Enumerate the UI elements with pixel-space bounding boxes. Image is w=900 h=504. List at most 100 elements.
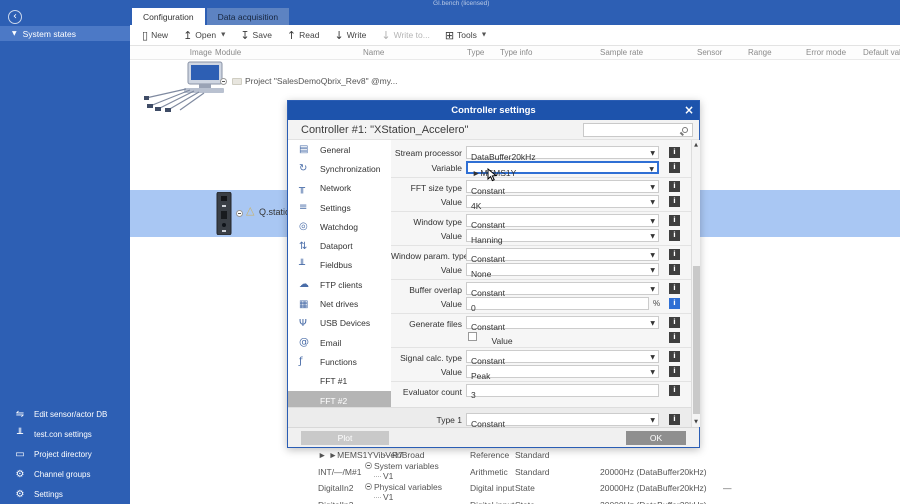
expander-icon[interactable] (236, 210, 243, 217)
info-button[interactable]: i (669, 181, 680, 192)
tree-root[interactable]: Project "SalesDemoQbrix_Rev8" @my... (220, 76, 397, 86)
toolbar-button[interactable]: ↓ Write to... (381, 29, 429, 42)
form-scrollbar[interactable]: ▲ ▼ (691, 140, 700, 427)
field-control[interactable]: 3 (466, 384, 659, 397)
table-row[interactable]: DigitalIn3 Digital input State 20000Hz (… (130, 498, 900, 504)
dialog-nav-item[interactable]: ☁ FTP clients (288, 275, 391, 294)
field-control[interactable]: Hanning ▼ (466, 229, 659, 242)
info-button[interactable]: i (669, 283, 680, 294)
dropdown-caret-icon[interactable]: ▼ (650, 233, 655, 240)
dropdown-caret-icon[interactable]: ▼ (650, 354, 655, 361)
field-control[interactable]: Constant ▼ (466, 316, 659, 329)
info-button[interactable]: i (669, 147, 680, 158)
back-button[interactable]: ‹ (8, 10, 22, 24)
info-button[interactable]: i (669, 249, 680, 260)
info-button[interactable]: i (669, 385, 680, 396)
dropdown-caret-icon[interactable]: ▼ (650, 320, 655, 327)
dialog-nav-item[interactable]: ▦ Net drives (288, 294, 391, 313)
dropdown-caret-icon[interactable]: ▼ (650, 417, 655, 424)
scroll-down-icon[interactable]: ▼ (692, 419, 700, 425)
expander-icon[interactable] (220, 78, 227, 85)
column-header[interactable]: Range (748, 48, 772, 57)
dialog-nav-item[interactable]: Ψ USB Devices (288, 314, 391, 333)
info-button[interactable]: i (669, 351, 680, 362)
info-button[interactable]: i (669, 196, 680, 207)
dropdown-caret-icon[interactable]: ▼ (650, 150, 655, 157)
sidebar-menu-item[interactable]: ⚙ Channel groups (0, 464, 130, 484)
tab[interactable]: Configuration (132, 8, 205, 25)
dialog-nav-item[interactable]: FFT #1 (288, 372, 391, 391)
field-control[interactable]: 4K ▼ (466, 195, 659, 208)
info-button[interactable]: i (669, 264, 680, 275)
column-header[interactable]: Type (467, 48, 484, 57)
column-header[interactable]: Sample rate (600, 48, 643, 57)
field-control[interactable]: Peak ▼ (466, 365, 659, 378)
search-input[interactable] (583, 123, 693, 137)
field-control[interactable]: Constant ▼ (466, 350, 659, 363)
dialog-nav-item[interactable]: ╨ Fieldbus (288, 256, 391, 275)
info-button[interactable]: i (669, 298, 680, 309)
info-button[interactable]: i (669, 230, 680, 241)
table-row[interactable]: ► ►MEMS1YVibVeloBroad Reference Standard (130, 448, 900, 465)
toolbar-button[interactable]: ↑ Read (287, 29, 320, 42)
field-control[interactable]: 0 (466, 297, 649, 310)
dropdown-caret-icon[interactable]: ▼ (650, 252, 655, 259)
scroll-up-icon[interactable]: ▲ (692, 142, 700, 148)
field-control[interactable]: DataBuffer20kHz ▼ (466, 146, 659, 159)
dialog-nav-item[interactable]: ⇅ Dataport (288, 236, 391, 255)
dialog-nav-item[interactable]: ◎ Watchdog (288, 217, 391, 236)
dropdown-caret-icon[interactable]: ▼ (650, 184, 655, 191)
info-button[interactable]: i (669, 162, 680, 173)
column-header[interactable]: Module (215, 48, 241, 57)
value-checkbox[interactable] (468, 332, 477, 341)
field-control[interactable]: Value (466, 331, 659, 344)
ok-button[interactable]: OK (626, 431, 686, 445)
dropdown-caret-icon[interactable]: ▼ (649, 166, 654, 173)
sidebar-menu-item[interactable]: ⇋ Edit sensor/actor DB (0, 404, 130, 424)
info-button[interactable]: i (669, 317, 680, 328)
toolbar-button[interactable]: ↥ Open ▼ (183, 29, 225, 42)
field-control[interactable]: None ▼ (466, 263, 659, 276)
toolbar-button[interactable]: ↓ Write (334, 29, 366, 42)
info-button[interactable]: i (669, 414, 680, 425)
dropdown-caret-icon[interactable]: ▼ (650, 267, 655, 274)
info-button[interactable]: i (669, 332, 680, 343)
dialog-nav-item[interactable]: @ Email (288, 333, 391, 352)
plot-button[interactable]: Plot (301, 431, 389, 445)
dropdown-caret-icon[interactable]: ▼ (650, 369, 655, 376)
column-header[interactable]: Type info (500, 48, 532, 57)
sidebar-item-system-states[interactable]: ▼ System states (0, 26, 130, 41)
field-control[interactable]: Constant ▼ (466, 413, 659, 426)
close-icon[interactable]: × (684, 103, 694, 118)
column-header[interactable]: Image (160, 48, 212, 57)
toolbar-button[interactable]: ▯ New (142, 29, 168, 42)
dialog-nav-item[interactable]: ↻ Synchronization (288, 159, 391, 178)
field-control[interactable]: Constant ▼ (466, 282, 659, 295)
sidebar-menu-item[interactable]: ╨ test.con settings (0, 424, 130, 444)
dropdown-caret-icon[interactable]: ▼ (482, 32, 486, 38)
info-button[interactable]: i (669, 215, 680, 226)
dropdown-caret-icon[interactable]: ▼ (650, 199, 655, 206)
dialog-nav-item[interactable]: ╥ Network (288, 179, 391, 198)
table-row[interactable]: DigitalIn2 Digital input State 20000Hz (… (130, 481, 900, 498)
sidebar-menu-item[interactable]: ⚙ Settings (0, 484, 130, 504)
info-button[interactable]: i (669, 366, 680, 377)
tab[interactable]: Data acquisition (207, 8, 289, 25)
sidebar-menu-item[interactable]: ▭ Project directory (0, 444, 130, 464)
field-control[interactable]: Constant ▼ (466, 214, 659, 227)
dialog-nav-item[interactable]: ≡ Settings (288, 198, 391, 217)
dropdown-caret-icon[interactable]: ▼ (650, 286, 655, 293)
dialog-nav-item[interactable]: ▤ General (288, 140, 391, 159)
table-row[interactable]: INT/—/M#1 Arithmetic Standard 20000Hz (D… (130, 465, 900, 482)
dropdown-caret-icon[interactable]: ▼ (221, 32, 225, 38)
dropdown-caret-icon[interactable]: ▼ (650, 218, 655, 225)
toolbar-button[interactable]: ↧ Save (240, 29, 272, 42)
column-header[interactable]: Error mode (806, 48, 846, 57)
field-control[interactable]: Constant ▼ (466, 248, 659, 261)
scrollbar-thumb[interactable] (693, 266, 700, 414)
column-header[interactable]: Sensor (697, 48, 722, 57)
dialog-nav-item[interactable]: ƒ Functions (288, 352, 391, 371)
toolbar-button[interactable]: ⊞ Tools ▼ (445, 29, 486, 42)
column-header[interactable]: Default value (863, 48, 900, 57)
column-header[interactable]: Name (363, 48, 384, 57)
